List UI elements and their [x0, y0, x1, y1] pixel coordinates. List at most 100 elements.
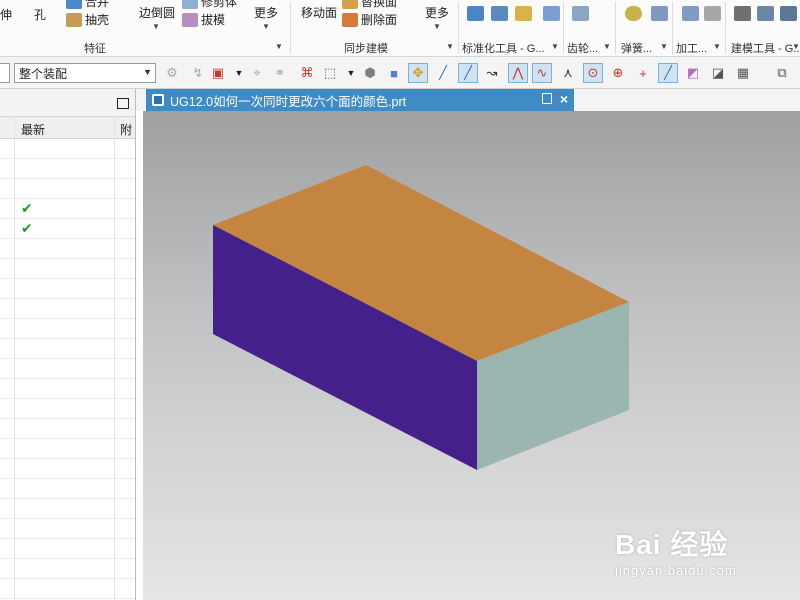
box-icon[interactable]: ■ — [384, 63, 404, 83]
machining-menu-icon[interactable]: ▼ — [713, 42, 721, 51]
table-row[interactable] — [0, 419, 135, 439]
line-icon[interactable]: ╱ — [433, 63, 453, 83]
chain-select-icon[interactable]: ⚭ — [270, 63, 290, 83]
arc-center-icon[interactable]: ⊙ — [583, 63, 603, 83]
shell-label: 抽壳 — [85, 13, 110, 27]
table-row[interactable] — [0, 159, 135, 179]
table-row[interactable]: ✔ — [0, 219, 135, 239]
library-icon[interactable] — [543, 6, 560, 21]
type-filter-dropdown[interactable] — [0, 63, 10, 83]
more-features-button[interactable]: 更多 — [254, 4, 278, 21]
hole-button[interactable]: 孔 — [34, 6, 46, 23]
replace-face-button[interactable]: 替换面 — [342, 0, 397, 10]
quadrant-icon[interactable]: ⊕ — [608, 63, 628, 83]
fastener-icon[interactable] — [491, 6, 508, 21]
table-row[interactable] — [0, 439, 135, 459]
table-row[interactable] — [0, 239, 135, 259]
spring-delete-icon[interactable] — [651, 6, 668, 21]
rectangle-dropdown-icon[interactable]: ▼ — [341, 63, 361, 83]
table-row[interactable] — [0, 559, 135, 579]
spring-menu-icon[interactable]: ▼ — [660, 42, 668, 51]
ribbon-divider — [458, 2, 459, 54]
rectangle-select-icon[interactable]: ⬚ — [320, 63, 340, 83]
extrude-button[interactable]: 伸 — [0, 6, 12, 23]
more-features-dropdown-icon[interactable]: ▼ — [262, 22, 270, 31]
table-row[interactable] — [0, 179, 135, 199]
select-by-name-icon[interactable]: ▣ — [208, 63, 228, 83]
table-row[interactable] — [0, 479, 135, 499]
more-features-label: 更多 — [254, 6, 279, 20]
select-all-icon[interactable]: ⚙ — [162, 63, 182, 83]
table-row[interactable] — [0, 339, 135, 359]
ribbon-divider — [290, 2, 291, 54]
move-face-button[interactable]: 移动面 — [301, 4, 337, 21]
table-row[interactable] — [0, 279, 135, 299]
table-row[interactable] — [0, 299, 135, 319]
edge-blend-dropdown-icon[interactable]: ▼ — [152, 22, 160, 31]
snap-endpoint-icon[interactable]: ✥ — [408, 63, 428, 83]
features-group-menu-icon[interactable]: ▼ — [275, 42, 283, 51]
measure-icon[interactable] — [757, 6, 774, 21]
grid-icon[interactable]: ▦ — [733, 63, 753, 83]
tab-part-file[interactable]: UG12.0如何一次同时更改六个面的颜色.prt × — [146, 89, 574, 111]
axis-icon[interactable] — [704, 6, 721, 21]
draft-button[interactable]: 拔模 — [182, 11, 225, 28]
spline-icon[interactable]: ∿ — [532, 63, 552, 83]
intersection-icon[interactable]: ⋏ — [558, 63, 578, 83]
std-tools-menu-icon[interactable]: ▼ — [551, 42, 559, 51]
selection-toolbar: 整个装配 ▼ ⚙ ↯ ▣ ▼ ⌖ ⚭ ⌘ ⬚ ▼ ⬢ ■ ✥ ╱ ╱ ↝ ⋀ ∿… — [0, 57, 800, 89]
machining-icon[interactable] — [682, 6, 699, 21]
sync-group-menu-icon[interactable]: ▼ — [446, 42, 454, 51]
trim-body-button[interactable]: 修剪体 — [182, 0, 237, 10]
midpoint-icon[interactable]: ╱ — [458, 63, 478, 83]
table-row[interactable] — [0, 359, 135, 379]
table-row[interactable] — [0, 499, 135, 519]
undock-icon[interactable] — [542, 93, 552, 104]
column-latest[interactable]: 最新 — [21, 121, 45, 138]
table-row[interactable] — [0, 259, 135, 279]
assembly-scope-dropdown[interactable]: 整个装配 ▼ — [14, 63, 156, 83]
deselect-icon[interactable]: ↯ — [188, 63, 208, 83]
snap-point-icon[interactable]: ⌘ — [297, 63, 317, 83]
curve-icon[interactable]: ↝ — [482, 63, 502, 83]
machining-group-label: 加工... — [676, 43, 708, 55]
gear-menu-icon[interactable]: ▼ — [603, 42, 611, 51]
lasso-icon[interactable]: ⌖ — [247, 63, 267, 83]
point-on-curve-icon[interactable]: ╱ — [658, 63, 678, 83]
existing-point-icon[interactable]: + — [633, 63, 653, 83]
washer-icon[interactable] — [515, 6, 532, 21]
table-row[interactable] — [0, 399, 135, 419]
shell-button[interactable]: 抽壳 — [66, 11, 109, 28]
standard-part-icon[interactable] — [467, 6, 484, 21]
delete-face-button[interactable]: 删除面 — [342, 11, 397, 28]
solid-body-icon[interactable]: ⬢ — [360, 63, 380, 83]
more-sync-dropdown-icon[interactable]: ▼ — [433, 22, 441, 31]
draft-icon — [182, 12, 198, 27]
modeling-tools-menu-icon[interactable]: ▼ — [792, 42, 800, 51]
bounded-grid-icon[interactable]: ◪ — [708, 63, 728, 83]
edge-blend-button[interactable]: 边倒圆 — [139, 4, 175, 21]
table-row[interactable] — [0, 139, 135, 159]
table-icon[interactable] — [734, 6, 751, 21]
view-icon[interactable]: ⧉ — [772, 63, 792, 83]
table-row[interactable] — [0, 319, 135, 339]
maximize-icon[interactable] — [117, 98, 129, 109]
spring-icon[interactable] — [625, 6, 642, 21]
move-face-label: 移动面 — [301, 6, 338, 20]
table-row[interactable] — [0, 539, 135, 559]
column-attached[interactable]: 附 — [120, 121, 132, 138]
gear-icon[interactable] — [572, 6, 589, 21]
table-row[interactable] — [0, 519, 135, 539]
table-row[interactable]: ✔ — [0, 199, 135, 219]
select-dropdown-icon[interactable]: ▼ — [229, 63, 249, 83]
10h-icon[interactable] — [780, 6, 797, 21]
point-on-face-icon[interactable]: ◩ — [683, 63, 703, 83]
table-row[interactable] — [0, 579, 135, 599]
table-row[interactable] — [0, 459, 135, 479]
unite-button[interactable]: 合并 — [66, 0, 109, 10]
table-row[interactable] — [0, 379, 135, 399]
polyline-icon[interactable]: ⋀ — [508, 63, 528, 83]
latest-check-icon: ✔ — [21, 200, 33, 216]
more-sync-button[interactable]: 更多 — [425, 4, 449, 21]
close-icon[interactable]: × — [560, 91, 568, 107]
